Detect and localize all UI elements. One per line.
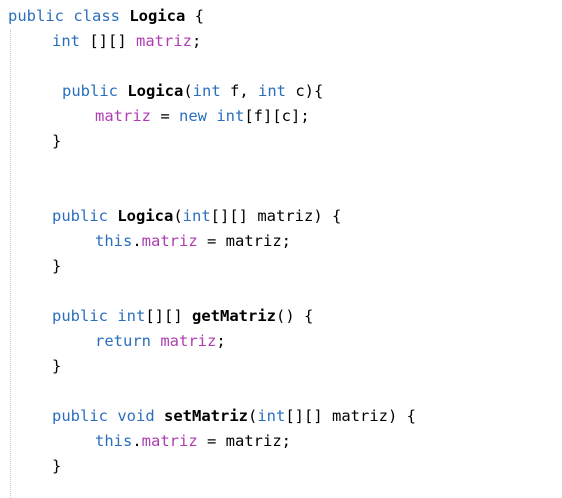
code-token: ( (183, 82, 193, 100)
code-token: public (62, 82, 128, 100)
code-token: [][] (80, 32, 136, 50)
code-token: matriz (160, 332, 217, 350)
code-token: matriz (95, 107, 151, 125)
code-editor[interactable]: public class Logica { int [][] matriz; pub… (0, 0, 562, 498)
code-token: getMatriz (192, 307, 276, 325)
code-token: int (216, 107, 245, 125)
code-token: matriz (141, 232, 198, 250)
code-token: = matriz; (197, 432, 291, 450)
code-line[interactable]: this.matriz = matriz; (95, 231, 291, 251)
code-line[interactable]: } (52, 131, 61, 151)
indent-guide (10, 30, 11, 498)
code-line[interactable]: int [][] matriz; (52, 31, 201, 51)
code-token: void (117, 407, 164, 425)
code-token: setMatriz (164, 407, 248, 425)
code-token: { (185, 7, 204, 25)
code-line[interactable]: public Logica(int[][] matriz) { (52, 206, 341, 226)
code-token: new (179, 107, 217, 125)
code-token: . (132, 232, 142, 250)
code-token: ; (192, 32, 202, 50)
code-token: matriz (141, 432, 198, 450)
code-token: = (151, 107, 179, 125)
code-token: . (132, 432, 142, 450)
code-token: this (95, 232, 133, 250)
code-token: ( (248, 407, 258, 425)
code-line[interactable]: public void setMatriz(int[][] matriz) { (52, 406, 416, 426)
code-line[interactable]: public class Logica { (8, 6, 204, 26)
code-token: return (95, 332, 161, 350)
code-token: } (52, 357, 62, 375)
code-token: Logica (117, 207, 174, 225)
code-line[interactable]: return matriz; (95, 331, 226, 351)
code-token: public (52, 307, 118, 325)
code-token: } (52, 132, 62, 150)
code-token: public class (8, 7, 130, 25)
code-line[interactable]: } (52, 456, 61, 476)
code-token: int (117, 307, 146, 325)
code-token: [][] matriz) { (210, 207, 342, 225)
code-token: this (95, 432, 133, 450)
code-token: int (52, 32, 80, 50)
code-token: public (52, 207, 118, 225)
code-line[interactable]: public int[][] getMatriz() { (52, 306, 313, 326)
code-token: Logica (129, 7, 186, 25)
code-token: public (52, 407, 118, 425)
code-token: int (257, 407, 286, 425)
code-line[interactable]: public Logica(int f, int c){ (62, 81, 323, 101)
code-token: int (258, 82, 286, 100)
code-token: matriz (136, 32, 192, 50)
code-token: int (182, 207, 211, 225)
code-token: [][] (145, 307, 192, 325)
code-line[interactable]: this.matriz = matriz; (95, 431, 291, 451)
code-line[interactable]: matriz = new int[f][c]; (95, 106, 310, 126)
code-token: Logica (127, 82, 184, 100)
code-token: ( (173, 207, 183, 225)
code-line[interactable]: } (52, 256, 61, 276)
code-token: int (192, 82, 221, 100)
code-token: = matriz; (197, 232, 291, 250)
code-token: } (52, 457, 62, 475)
code-token: } (52, 257, 62, 275)
code-token: [][] matriz) { (285, 407, 416, 425)
code-token: () { (276, 307, 314, 325)
code-line[interactable]: } (52, 356, 61, 376)
code-token: ; (216, 332, 226, 350)
code-token: c){ (286, 82, 324, 100)
code-token: [f][c]; (244, 107, 310, 125)
code-token: f, (220, 82, 258, 100)
